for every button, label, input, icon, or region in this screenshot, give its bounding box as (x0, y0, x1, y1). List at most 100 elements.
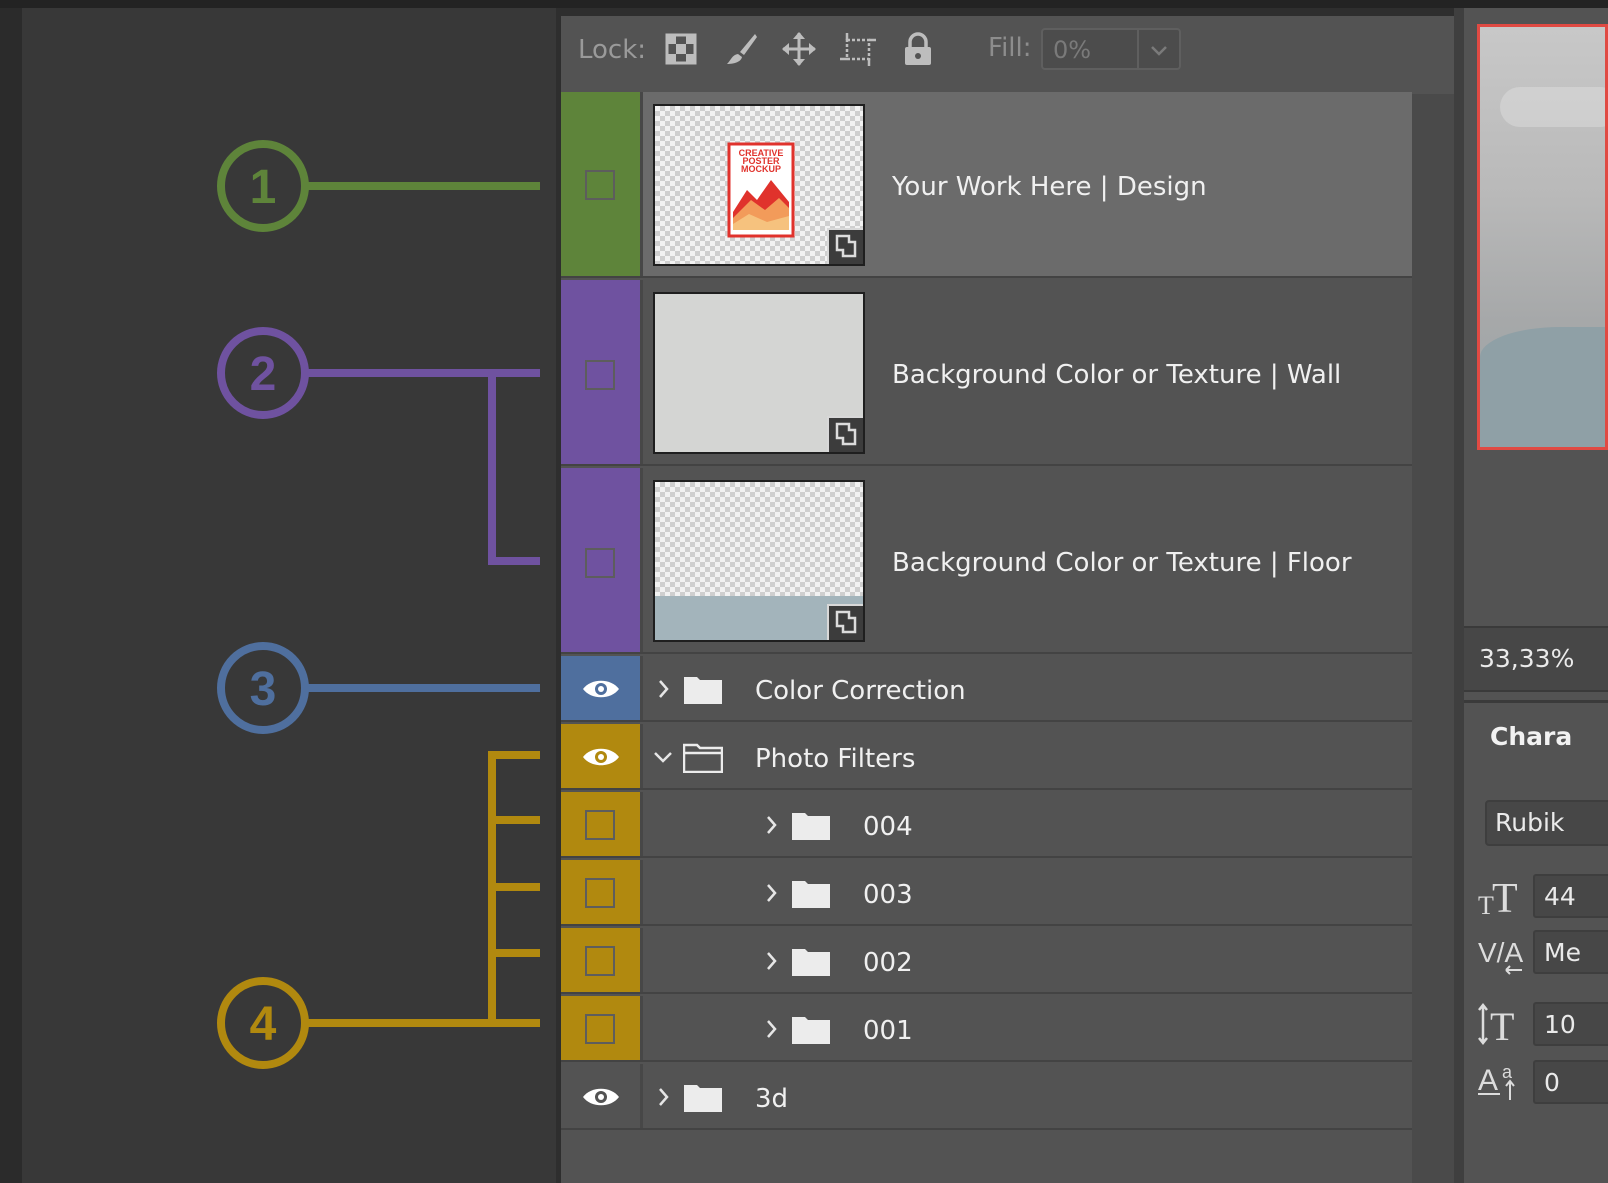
chevron-right-icon[interactable] (759, 813, 783, 837)
svg-text:A: A (1478, 1064, 1498, 1097)
layer-row-design[interactable]: CREATIVE POSTER MOCKUP Your Work Here | … (561, 92, 1412, 278)
poster-thumbnail-image: CREATIVE POSTER MOCKUP (727, 142, 795, 238)
visibility-off-box[interactable] (585, 946, 615, 976)
eye-icon[interactable] (581, 676, 621, 702)
layer-row-002[interactable]: 002 (561, 928, 1412, 994)
eye-icon[interactable] (581, 744, 621, 770)
layer-name[interactable]: Your Work Here | Design (892, 172, 1207, 202)
chevron-down-icon[interactable] (651, 745, 675, 769)
smart-object-icon (835, 610, 857, 634)
folder-icon (792, 1017, 830, 1044)
group-name[interactable]: 004 (863, 812, 913, 842)
visibility-off-box[interactable] (585, 360, 615, 390)
layer-row-color-correction[interactable]: Color Correction (561, 656, 1412, 722)
group-name[interactable]: Color Correction (755, 676, 966, 706)
chevron-right-icon[interactable] (651, 1085, 675, 1109)
annotation-3-number: 3 (250, 663, 277, 716)
lock-position-icon[interactable] (780, 30, 818, 68)
layer-row-003[interactable]: 003 (561, 860, 1412, 926)
smart-object-icon (835, 422, 857, 446)
divider (640, 724, 643, 788)
navigator-preview[interactable] (1477, 24, 1608, 450)
fill-label: Fill: (988, 33, 1032, 63)
preview-cloud (1500, 87, 1605, 127)
layer-visibility-toggle[interactable] (561, 996, 640, 1060)
smart-object-badge (827, 604, 863, 640)
folder-icon (684, 1085, 722, 1112)
chevron-right-icon[interactable] (759, 881, 783, 905)
annotation-1-number: 1 (250, 161, 277, 214)
folder-icon (792, 813, 830, 840)
layer-visibility-toggle[interactable] (561, 1064, 640, 1128)
leading-value: 10 (1544, 1010, 1576, 1039)
chevron-right-icon[interactable] (759, 949, 783, 973)
fill-dropdown-button[interactable] (1139, 28, 1181, 70)
lock-transparent-pixels-icon[interactable] (662, 30, 700, 68)
annotation-1: 1 (217, 140, 540, 232)
svg-text:V/A: V/A (1478, 937, 1523, 968)
layer-visibility-toggle[interactable] (561, 928, 640, 992)
poster-line-3: MOCKUP (741, 164, 781, 174)
layer-row-photo-filters[interactable]: Photo Filters (561, 724, 1412, 790)
layer-visibility-toggle[interactable] (561, 468, 640, 652)
layer-row-floor[interactable]: Background Color or Texture | Floor (561, 468, 1412, 654)
divider (640, 996, 643, 1060)
lock-all-icon[interactable] (899, 30, 937, 68)
layer-visibility-toggle[interactable] (561, 860, 640, 924)
visibility-off-box[interactable] (585, 170, 615, 200)
lock-image-pixels-icon[interactable] (722, 30, 760, 68)
visibility-off-box[interactable] (585, 548, 615, 578)
layer-row-wall[interactable]: Background Color or Texture | Wall (561, 280, 1412, 466)
visibility-off-box[interactable] (585, 878, 615, 908)
character-panel-title[interactable]: Chara (1490, 722, 1572, 751)
visibility-off-box[interactable] (585, 1014, 615, 1044)
panel-divider (1454, 8, 1464, 1183)
chevron-right-icon[interactable] (759, 1017, 783, 1041)
annotation-4-number: 4 (250, 998, 277, 1051)
divider (640, 92, 643, 276)
group-name[interactable]: Photo Filters (755, 744, 915, 774)
folder-icon (684, 677, 722, 704)
layer-thumbnail[interactable] (653, 480, 865, 642)
annotation-2: 2 (217, 327, 540, 565)
visibility-off-box[interactable] (585, 810, 615, 840)
layers-scrollbar[interactable] (1412, 94, 1454, 1183)
layer-visibility-toggle[interactable] (561, 724, 640, 788)
layer-visibility-toggle[interactable] (561, 792, 640, 856)
group-name[interactable]: 001 (863, 1016, 913, 1046)
svg-text:a: a (1502, 1062, 1513, 1082)
lock-artboard-icon[interactable] (839, 30, 877, 68)
baseline-shift-value: 0 (1544, 1068, 1560, 1097)
chevron-right-icon[interactable] (651, 677, 675, 701)
group-name[interactable]: 003 (863, 880, 913, 910)
annotation-2-number: 2 (250, 348, 277, 401)
svg-text:T: T (1492, 876, 1518, 920)
divider (640, 1064, 643, 1128)
group-name[interactable]: 3d (755, 1084, 788, 1114)
folder-open-icon (683, 743, 723, 773)
layer-row-004[interactable]: 004 (561, 792, 1412, 858)
fill-input[interactable]: 0% (1041, 28, 1139, 70)
smart-object-badge (827, 228, 863, 264)
divider (640, 280, 643, 464)
font-size-value: 44 (1544, 882, 1576, 911)
folder-icon (792, 881, 830, 908)
divider (640, 656, 643, 720)
layer-name[interactable]: Background Color or Texture | Wall (892, 360, 1341, 390)
font-size-icon: T T (1478, 876, 1518, 920)
layer-thumbnail[interactable]: CREATIVE POSTER MOCKUP (653, 104, 865, 266)
group-name[interactable]: 002 (863, 948, 913, 978)
layer-visibility-toggle[interactable] (561, 656, 640, 720)
eye-icon[interactable] (581, 1084, 621, 1110)
layer-row-3d[interactable]: 3d (561, 1064, 1412, 1130)
photoshop-workspace: 1 2 3 4 Lock: Fill: 0% CREATIVE POSTER M… (0, 0, 1608, 1183)
layer-name[interactable]: Background Color or Texture | Floor (892, 548, 1352, 578)
layer-row-001[interactable]: 001 (561, 996, 1412, 1062)
layer-visibility-toggle[interactable] (561, 280, 640, 464)
kerning-value: Me (1544, 938, 1581, 967)
zoom-level[interactable]: 33,33% (1479, 644, 1574, 673)
layer-thumbnail[interactable] (653, 292, 865, 454)
font-family-value: Rubik (1495, 808, 1565, 837)
layer-visibility-toggle[interactable] (561, 92, 640, 276)
chevron-down-icon (1151, 46, 1167, 56)
